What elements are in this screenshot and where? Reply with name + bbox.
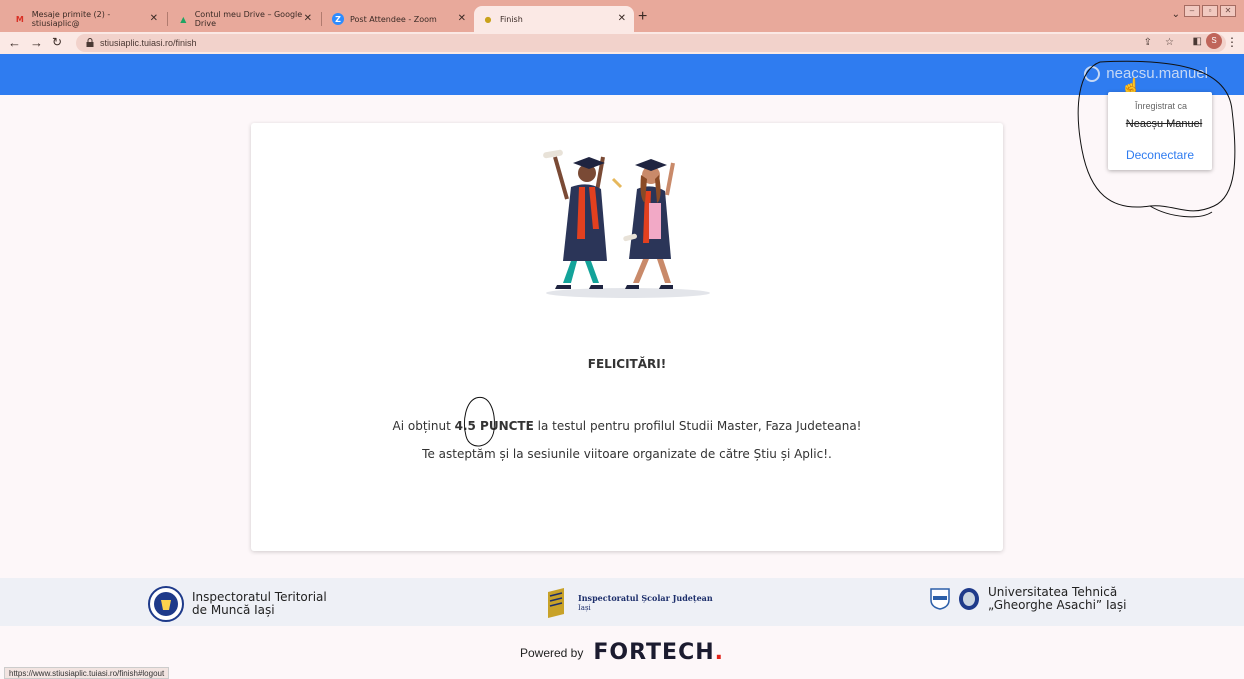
partner-name: Universitatea Tehnică „Gheorghe Asachi” … (988, 585, 1127, 612)
tuiasi-seal-icon (959, 588, 979, 610)
profile-avatar[interactable]: S (1206, 33, 1222, 49)
tab-title: Post Attendee - Zoom (350, 14, 437, 24)
tab-title: Mesaje primite (2) - stiusiaplic@ (31, 10, 111, 28)
drive-icon: ▲ (180, 14, 187, 24)
result-prefix: Ai obținut (392, 419, 455, 433)
forward-arrow-icon[interactable]: → (30, 35, 43, 50)
partner-name: Inspectoratul Teritorial de Muncă Iași (192, 590, 327, 617)
result-card: FELICITĂRI! Ai obținut 4.5 PUNCTE la tes… (251, 123, 1003, 551)
user-menu-trigger[interactable]: neacsu.manuel (1084, 65, 1208, 82)
tab-search-chevron-icon[interactable]: ⌄ (1172, 9, 1180, 20)
graduates-illustration (543, 149, 710, 298)
tab-gmail[interactable]: M Mesaje primite (2) - stiusiaplic@ ✕ (6, 6, 166, 32)
share-icon[interactable]: ⇪ (1144, 37, 1152, 48)
partner-isj[interactable]: Inspectoratul Școlar Județean Iași (544, 586, 713, 620)
bookmark-star-icon[interactable]: ☆ (1165, 37, 1174, 48)
close-tab-icon[interactable]: ✕ (150, 13, 158, 24)
tab-zoom[interactable]: Z Post Attendee - Zoom ✕ (324, 6, 474, 32)
minimize-icon[interactable]: – (1184, 5, 1200, 17)
close-tab-icon[interactable]: ✕ (618, 13, 626, 24)
account-circle-icon (1084, 65, 1101, 82)
itm-seal-icon (148, 586, 184, 622)
tuiasi-shield-icon (930, 588, 950, 610)
new-tab-button[interactable]: + (638, 8, 647, 26)
status-bar-url: https://www.stiusiaplic.tuiasi.ro/finish… (4, 667, 170, 679)
url-text: stiusiaplic.tuiasi.ro/finish (100, 38, 197, 48)
browser-menu-icon[interactable]: ⋮ (1226, 35, 1238, 49)
tab-title: Finish (500, 14, 523, 24)
isj-book-icon (548, 588, 564, 618)
browser-toolbar: ← → ↻ stiusiaplic.tuiasi.ro/finish ⇪ ☆ ◧… (0, 32, 1244, 54)
user-dropdown-menu: Înregistrat ca Neacșu Manuel Deconectare (1108, 92, 1212, 170)
maximize-icon[interactable]: ▫ (1202, 5, 1218, 17)
close-tab-icon[interactable]: ✕ (458, 13, 466, 24)
points-value: 4.5 (454, 419, 476, 433)
browser-tab-bar: M Mesaje primite (2) - stiusiaplic@ ✕ ▲ … (0, 0, 1244, 32)
registered-name: Neacșu Manuel (1125, 118, 1203, 130)
congratulations-title: FELICITĂRI! (587, 357, 667, 371)
partner-name: Inspectoratul Școlar Județean Iași (578, 593, 713, 612)
gmail-icon: M (15, 14, 24, 24)
back-arrow-icon[interactable]: ← (8, 35, 21, 50)
powered-by-label: Powered by (519, 645, 584, 660)
partner-tuiasi[interactable]: Universitatea Tehnică „Gheorghe Asachi” … (930, 586, 1126, 612)
reload-icon[interactable]: ↻ (52, 35, 62, 49)
partners-bar: Inspectoratul Teritorial de Muncă Iași I… (0, 578, 1244, 626)
result-suffix: la testul pentru profilul Studii Master,… (533, 419, 862, 433)
address-bar[interactable]: stiusiaplic.tuiasi.ro/finish ⇪ ☆ (76, 34, 1226, 52)
close-window-icon[interactable]: ✕ (1220, 5, 1236, 17)
tab-finish[interactable]: ● Finish ✕ (474, 6, 634, 32)
logout-link[interactable]: Deconectare (1108, 148, 1212, 162)
points-label: PUNCTE (480, 419, 534, 433)
lock-icon (86, 38, 94, 47)
zoom-icon: Z (332, 13, 344, 25)
fortech-logo[interactable]: FORTECH. (593, 640, 724, 665)
wait-message: Te asteptăm și la sesiunile viitoare org… (422, 447, 832, 461)
tab-drive[interactable]: ▲ Contul meu Drive – Google Drive ✕ (170, 6, 320, 32)
close-tab-icon[interactable]: ✕ (304, 13, 312, 24)
powered-by: Powered by FORTECH. (0, 640, 1244, 665)
tab-title: Contul meu Drive – Google Drive (194, 10, 303, 28)
result-message: Ai obținut 4.5 PUNCTE la testul pentru p… (251, 419, 1003, 433)
window-controls: – ▫ ✕ (1184, 5, 1236, 17)
app-header: neacsu.manuel (0, 54, 1244, 95)
side-panel-icon[interactable]: ◧ (1193, 36, 1202, 47)
partner-itm[interactable]: Inspectoratul Teritorial de Muncă Iași (148, 586, 327, 622)
graduation-icon: ● (484, 14, 492, 24)
registered-as-label: Înregistrat ca (1134, 101, 1188, 111)
